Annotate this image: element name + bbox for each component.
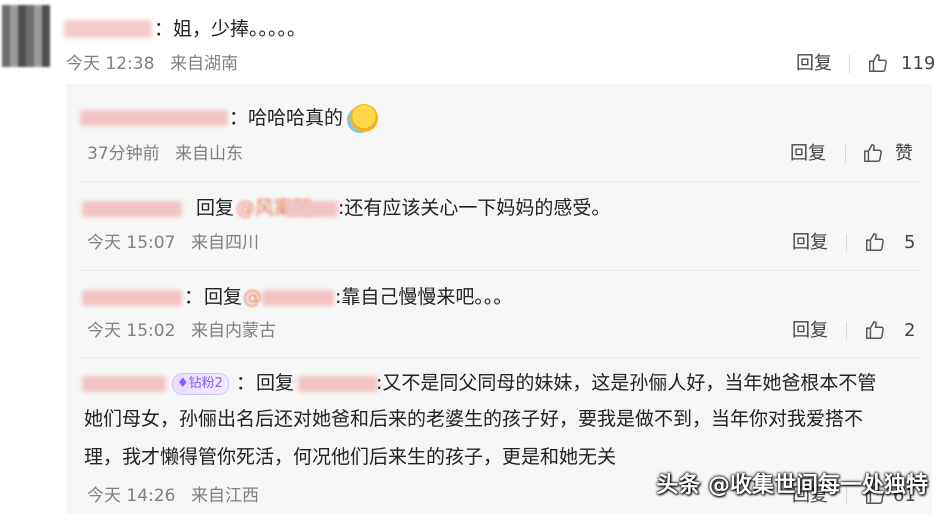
colon: ： <box>184 286 204 308</box>
thumbs-up-icon[interactable] <box>867 52 889 74</box>
username-redacted[interactable] <box>80 110 228 126</box>
like-count: 119 <box>901 53 936 74</box>
mention-redacted <box>286 201 338 217</box>
divider <box>80 181 920 182</box>
diamond-icon: ♦ <box>177 376 189 391</box>
badge-label: 钻粉2 <box>188 376 223 391</box>
reply-location: 来自四川 <box>191 233 259 253</box>
comment-text: ：姐，少捧。。。。。 <box>154 18 307 40</box>
divider <box>845 145 846 163</box>
fan-badge[interactable]: ♦钻粉2 <box>172 373 229 395</box>
like-count: 2 <box>904 320 916 341</box>
reply-prefix: 回复 <box>256 372 295 394</box>
thumbs-up-icon[interactable] <box>864 319 886 341</box>
reply-text: :靠自己慢慢来吧。。。 <box>335 286 513 308</box>
reply-time: 今天 14:26 <box>87 486 176 506</box>
reply-button[interactable]: 回复 <box>790 144 826 164</box>
reply-button[interactable]: 回复 <box>796 54 832 74</box>
colon: ： <box>236 372 256 394</box>
divider <box>80 357 920 358</box>
mention-redacted <box>262 290 334 306</box>
reply-location: 来自江西 <box>191 486 259 506</box>
reply-text-line3: 理，我才懒得管你死活，何况他们后来生的孩子，更是和她无关 <box>84 446 617 468</box>
mention-link[interactable]: @ <box>243 286 262 308</box>
comment-time: 今天 12:38 <box>66 54 155 74</box>
reply-prefix: 回复 <box>196 197 235 219</box>
divider <box>846 322 847 340</box>
username-redacted[interactable] <box>82 376 166 392</box>
like-label[interactable]: 赞 <box>895 144 913 164</box>
reply-location: 来自内蒙古 <box>191 321 276 341</box>
reply-time: 今天 15:07 <box>87 233 176 253</box>
emoji-icon <box>350 104 378 132</box>
thumbs-up-icon[interactable] <box>864 231 886 253</box>
thumbs-up-icon[interactable] <box>862 142 884 164</box>
watermark: 头条 @收集世间每一处独特 <box>656 473 928 498</box>
reply-prefix: 回复 <box>204 286 243 308</box>
reply-text-line1: :又不是同父同母的妹妹，这是孙俪人好，当年她爸根本不管 <box>376 372 877 394</box>
reply-text: :还有应该关心一下妈妈的感受。 <box>338 197 611 219</box>
divider <box>849 55 850 73</box>
reply-location: 来自山东 <box>175 144 243 164</box>
like-count: 5 <box>904 232 916 253</box>
reply-time: 今天 15:02 <box>87 321 176 341</box>
reply-text-line2: 她们母女，孙俪出名后还对她爸和后来的老婆生的孩子好，要我是做不到，当年你对我爱搭… <box>84 408 864 430</box>
comment-location: 来自湖南 <box>170 54 238 74</box>
username-redacted[interactable] <box>82 290 182 306</box>
avatar[interactable] <box>2 5 50 67</box>
divider <box>846 234 847 252</box>
username-redacted[interactable] <box>82 201 182 217</box>
divider <box>80 270 920 271</box>
mention-redacted[interactable] <box>298 376 378 392</box>
reply-text: ：哈哈哈真的 <box>229 107 344 129</box>
username-redacted[interactable] <box>64 20 152 38</box>
reply-time: 37分钟前 <box>87 144 160 164</box>
reply-button[interactable]: 回复 <box>792 233 828 253</box>
reply-button[interactable]: 回复 <box>792 321 828 341</box>
